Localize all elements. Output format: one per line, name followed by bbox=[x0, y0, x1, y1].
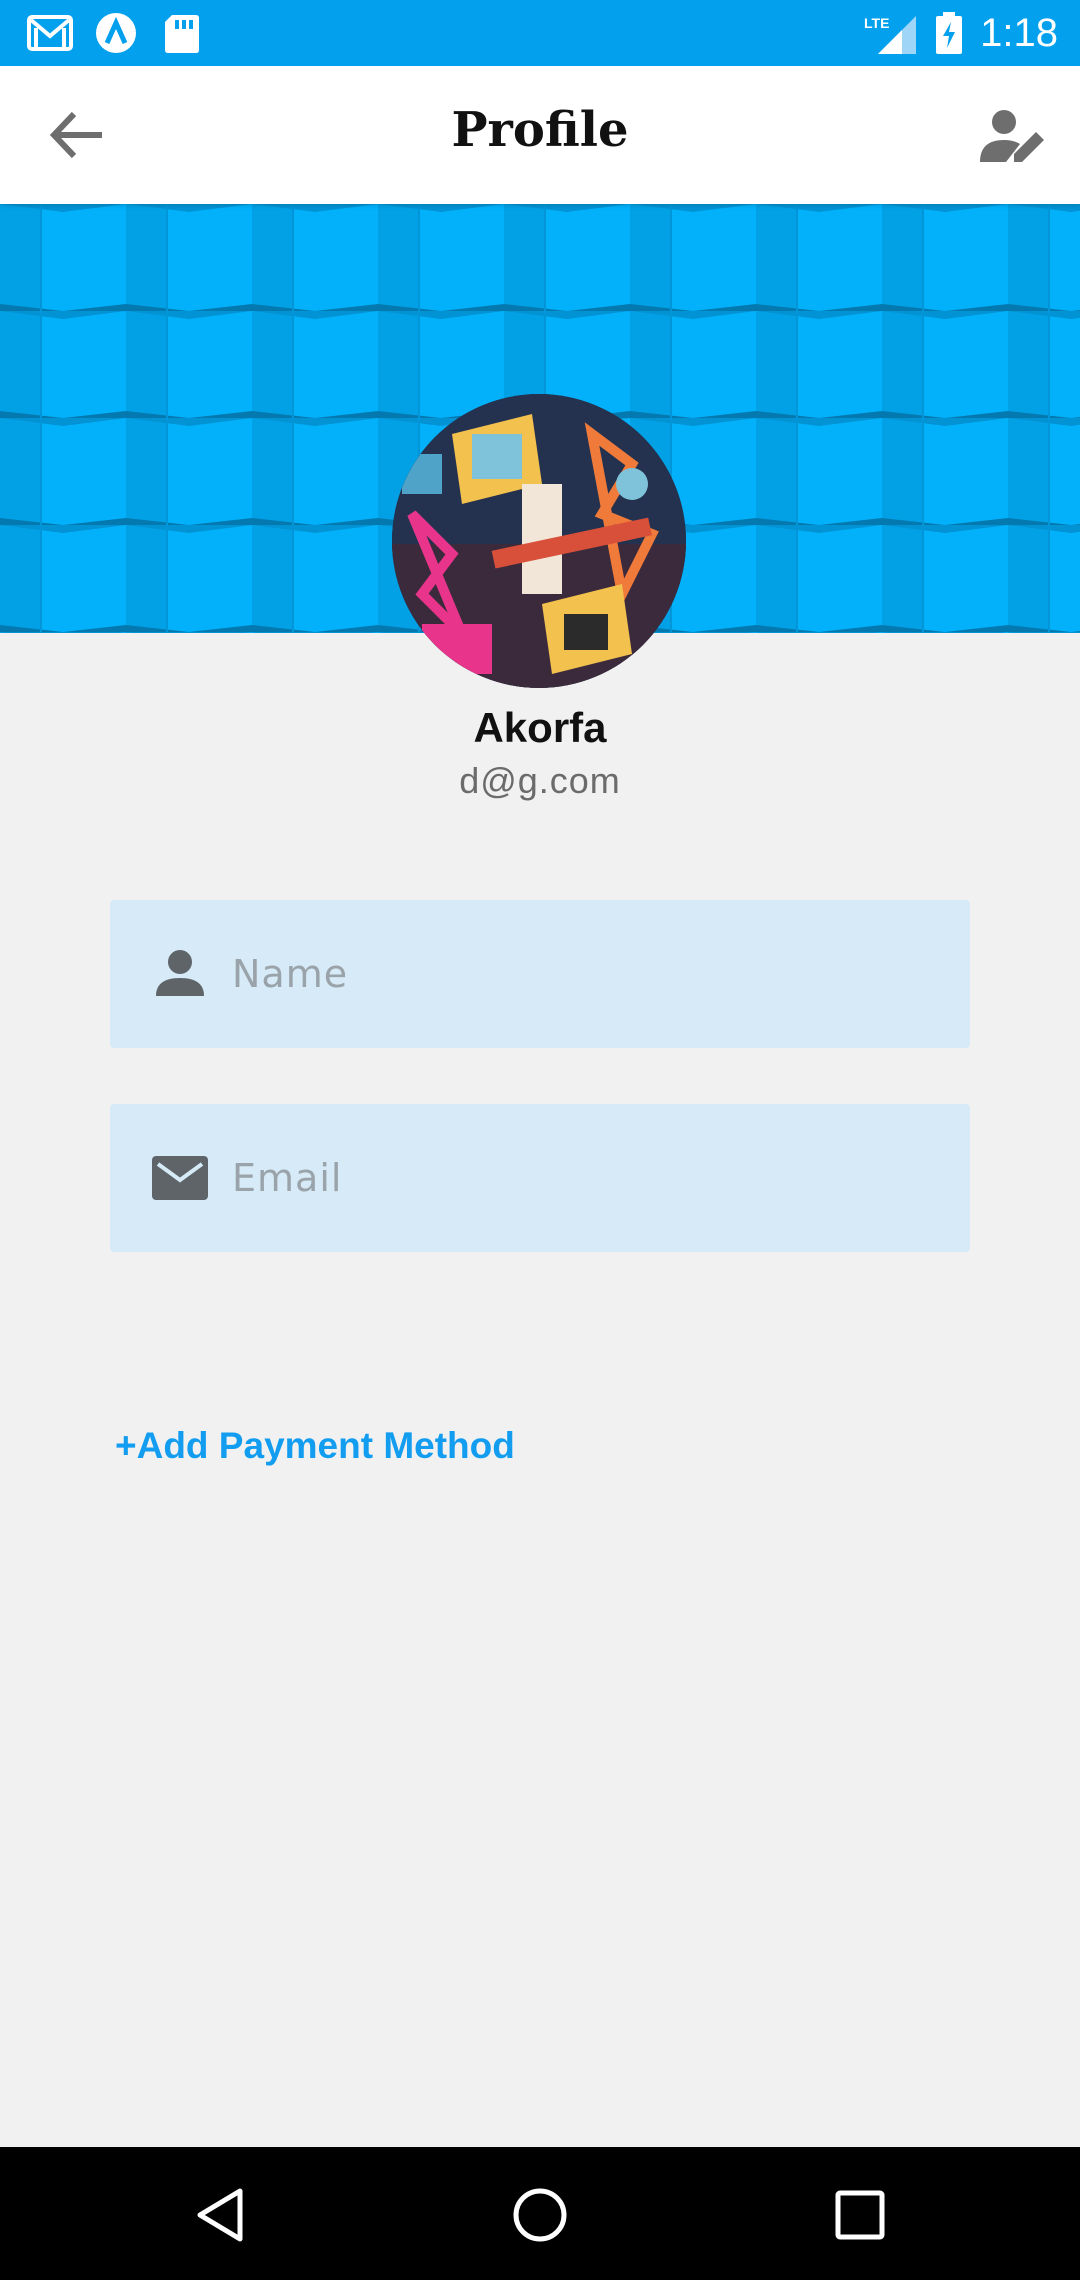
person-icon bbox=[156, 950, 204, 996]
mail-icon bbox=[152, 1156, 208, 1200]
name-input[interactable] bbox=[232, 940, 932, 1008]
avatar[interactable] bbox=[392, 394, 686, 688]
status-bar: LTE 1:18 bbox=[0, 0, 1080, 66]
profile-screen: LTE 1:18 Profile Akorfa d@g.com Name Ema… bbox=[0, 0, 1080, 2280]
sd-card-icon bbox=[165, 15, 199, 53]
home-circle-icon[interactable] bbox=[508, 2183, 572, 2247]
app-bar: Profile bbox=[0, 66, 1080, 204]
email-input[interactable] bbox=[232, 1144, 932, 1212]
recents-square-icon[interactable] bbox=[828, 2183, 892, 2247]
gmail-icon bbox=[27, 15, 73, 51]
profile-email: d@g.com bbox=[459, 760, 621, 801]
add-payment-method-link[interactable]: +Add Payment Method bbox=[115, 1425, 515, 1467]
page-title: Profile bbox=[451, 102, 629, 158]
name-field[interactable] bbox=[110, 900, 970, 1048]
profile-name: Akorfa bbox=[473, 704, 607, 751]
email-field[interactable] bbox=[110, 1104, 970, 1252]
lte-signal-icon: LTE bbox=[864, 15, 916, 54]
battery-charging-icon bbox=[936, 12, 962, 54]
app-a-icon bbox=[96, 13, 136, 53]
edit-profile-icon[interactable] bbox=[978, 104, 1048, 168]
status-time: 1:18 bbox=[980, 11, 1058, 55]
network-type: LTE bbox=[864, 15, 889, 31]
back-triangle-icon[interactable] bbox=[188, 2183, 252, 2247]
system-nav-bar bbox=[0, 2147, 1080, 2280]
